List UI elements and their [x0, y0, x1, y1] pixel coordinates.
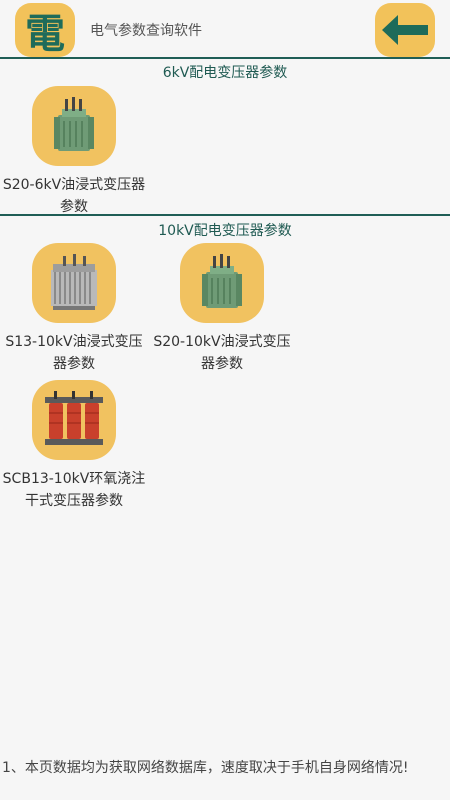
item-s13-10kv[interactable]: S13-10kV油浸式变压器参数 [0, 243, 148, 375]
item-label: S20-6kV油浸式变压器参数 [2, 177, 146, 215]
item-label: S20-10kV油浸式变压器参数 [153, 334, 291, 372]
dry-transformer-red-icon [32, 380, 116, 460]
app-header: 電 电气参数查询软件 [0, 0, 450, 58]
item-label: SCB13-10kV环氧浇注干式变压器参数 [2, 471, 146, 509]
logo-char: 電 [25, 10, 65, 57]
section-title-10kv: 10kV配电变压器参数 [158, 223, 292, 239]
section-divider [0, 214, 450, 216]
app-logo: 電 [15, 3, 75, 57]
arrow-left-icon [382, 15, 428, 45]
footer-note: 1、本页数据均为获取网络数据库，速度取决于手机自身网络情况! [2, 760, 409, 776]
app-title: 电气参数查询软件 [90, 23, 202, 39]
item-scb13-10kv[interactable]: SCB13-10kV环氧浇注干式变压器参数 [0, 380, 148, 512]
oil-transformer-gray-icon [32, 243, 116, 323]
back-button[interactable] [375, 3, 435, 57]
item-s20-6kv[interactable]: S20-6kV油浸式变压器参数 [0, 86, 148, 218]
oil-transformer-green-icon [180, 243, 264, 323]
item-s20-10kv[interactable]: S20-10kV油浸式变压器参数 [148, 243, 296, 375]
header-divider [0, 57, 450, 59]
oil-transformer-green-icon [32, 86, 116, 166]
item-label: S13-10kV油浸式变压器参数 [5, 334, 143, 372]
section-title-6kv: 6kV配电变压器参数 [162, 65, 288, 81]
